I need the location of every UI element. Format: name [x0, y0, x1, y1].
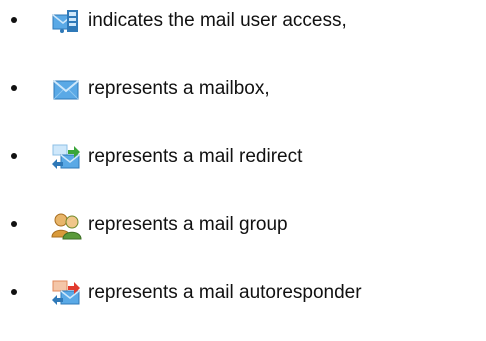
legend-label: indicates the mail user access,: [88, 10, 347, 31]
mail-autoresponder-icon: [50, 277, 82, 309]
icon-legend-list: indicates the mail user access, represen…: [0, 0, 486, 341]
legend-label: represents a mail redirect: [88, 146, 303, 167]
bullet-icon: [11, 85, 17, 91]
legend-label: represents a mail autoresponder: [88, 282, 362, 303]
legend-label: represents a mailbox,: [88, 78, 270, 99]
mail-group-icon: [50, 209, 82, 241]
bullet-icon: [11, 221, 17, 227]
bullet-icon: [11, 153, 17, 159]
legend-label: represents a mail group: [88, 214, 288, 235]
legend-item-mail-redirect: represents a mail redirect: [0, 140, 486, 174]
bullet-icon: [11, 17, 17, 23]
mail-user-access-icon: [50, 5, 82, 37]
mail-redirect-icon: [50, 141, 82, 173]
legend-item-mail-user-access: indicates the mail user access,: [0, 4, 486, 38]
mailbox-icon: [50, 73, 82, 105]
legend-item-mailbox: represents a mailbox,: [0, 72, 486, 106]
legend-item-mail-group: represents a mail group: [0, 208, 486, 242]
bullet-icon: [11, 289, 17, 295]
legend-item-mail-autoresponder: represents a mail autoresponder: [0, 276, 486, 310]
